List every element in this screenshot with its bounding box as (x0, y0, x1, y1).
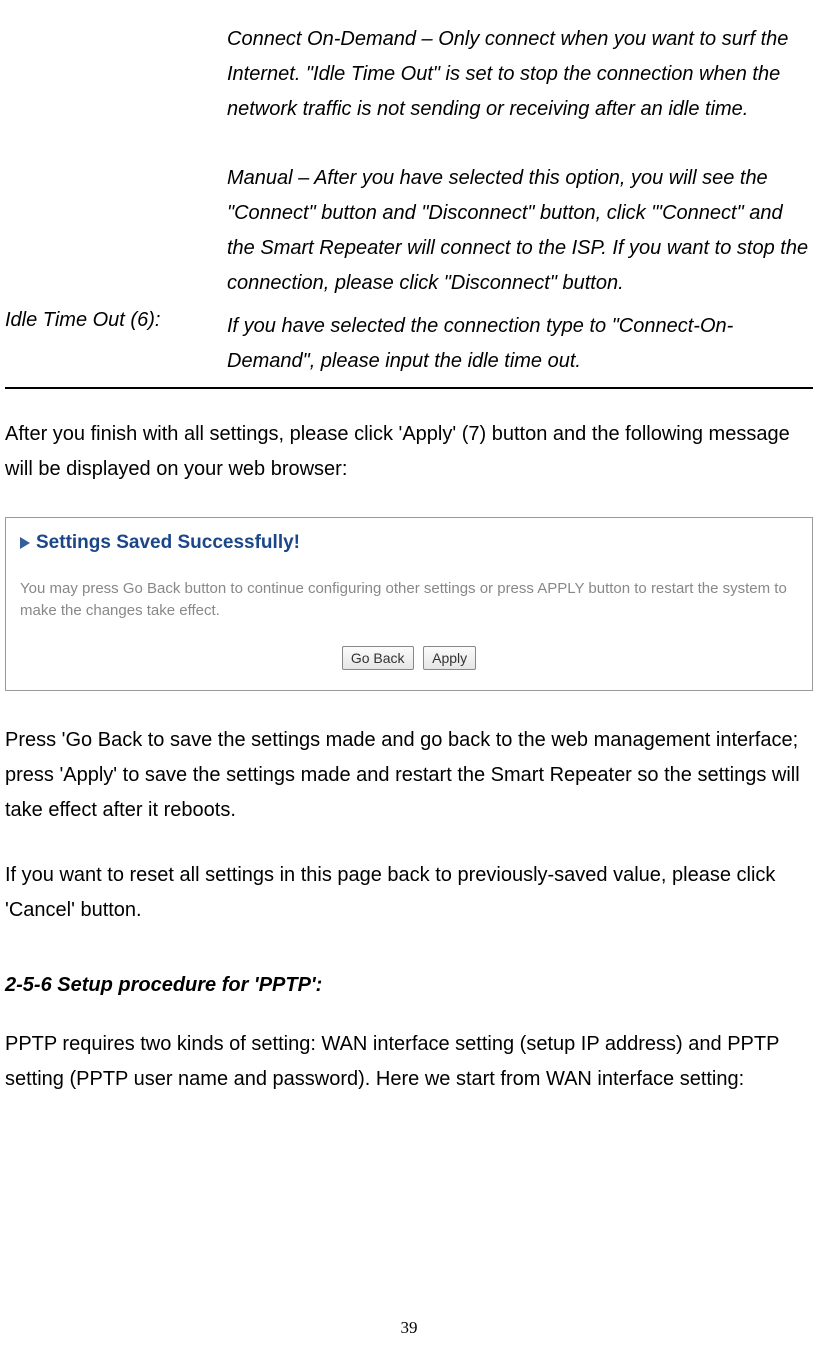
reset-text: If you want to reset all settings in thi… (5, 858, 813, 928)
arrow-right-icon (20, 537, 30, 549)
pptp-intro-text: PPTP requires two kinds of setting: WAN … (5, 1027, 813, 1097)
panel-title: Settings Saved Successfully! (36, 532, 300, 554)
connection-modes-description: Connect On-Demand – Only connect when yo… (227, 22, 813, 301)
idle-timeout-desc: If you have selected the connection type… (227, 309, 813, 379)
panel-description: You may press Go Back button to continue… (20, 578, 798, 622)
after-settings-text: After you finish with all settings, plea… (5, 417, 813, 487)
apply-button[interactable]: Apply (423, 646, 476, 670)
manual-desc: Manual – After you have selected this op… (227, 161, 813, 301)
section-heading-pptp: 2-5-6 Setup procedure for 'PPTP': (5, 974, 813, 997)
idle-timeout-label: Idle Time Out (6): (5, 309, 227, 379)
page-number: 39 (0, 1318, 818, 1338)
section-divider (5, 387, 813, 389)
definition-label-empty (5, 22, 227, 301)
go-back-button[interactable]: Go Back (342, 646, 414, 670)
press-goback-text: Press 'Go Back to save the settings made… (5, 723, 813, 828)
connect-on-demand-desc: Connect On-Demand – Only connect when yo… (227, 22, 813, 127)
settings-saved-panel: Settings Saved Successfully! You may pre… (5, 517, 813, 691)
